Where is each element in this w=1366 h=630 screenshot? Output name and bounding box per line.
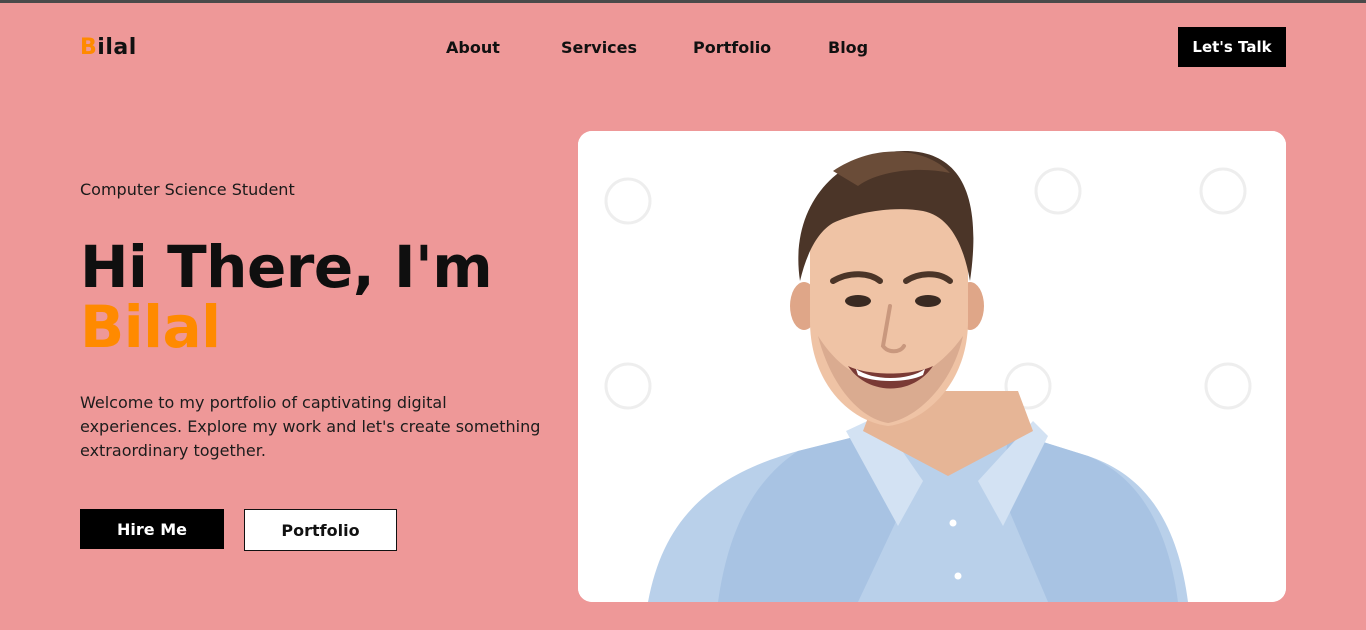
- profile-photo: [578, 131, 1286, 602]
- logo-text: ilal: [97, 35, 137, 60]
- headline-name: Bilal: [80, 293, 221, 361]
- lets-talk-button[interactable]: Let's Talk: [1178, 27, 1286, 67]
- hero-description: Welcome to my portfolio of captivating d…: [80, 393, 541, 460]
- hero-headline: Hi There, I'm Bilal: [80, 237, 550, 357]
- logo-accent-letter: B: [80, 35, 98, 60]
- nav-services[interactable]: Services: [561, 38, 693, 57]
- logo[interactable]: Bilal: [80, 35, 137, 60]
- main-nav: About Services Portfolio Blog: [446, 38, 888, 57]
- hero-subtitle: Computer Science Student: [80, 180, 295, 199]
- nav-portfolio[interactable]: Portfolio: [693, 38, 828, 57]
- headline-prefix: Hi There, I'm: [80, 233, 493, 301]
- nav-about[interactable]: About: [446, 38, 561, 57]
- site-header: Bilal About Services Portfolio Blog Let'…: [0, 3, 1366, 93]
- portfolio-button[interactable]: Portfolio: [244, 509, 397, 551]
- hero-photo-card: [578, 131, 1286, 602]
- nav-blog[interactable]: Blog: [828, 38, 888, 57]
- hire-me-button[interactable]: Hire Me: [80, 509, 224, 549]
- hero-buttons: Hire Me Portfolio: [80, 509, 397, 551]
- hero-content: Computer Science Student Hi There, I'm B…: [80, 180, 550, 463]
